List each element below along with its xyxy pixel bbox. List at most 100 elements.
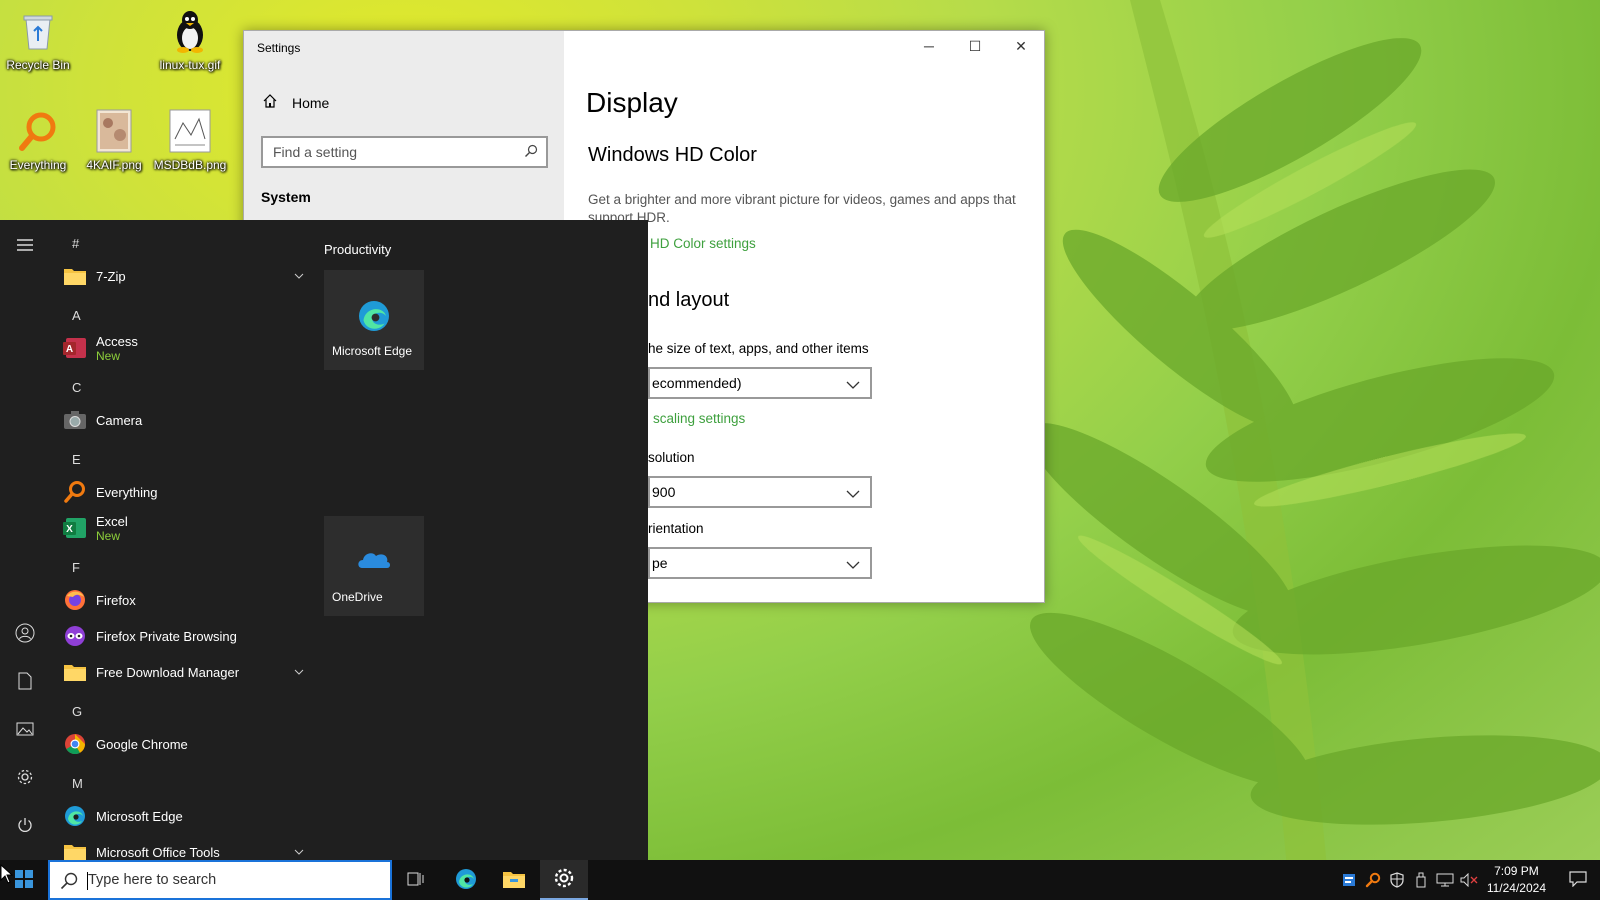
chevron-down-icon[interactable]	[294, 268, 304, 283]
letter-header[interactable]: E	[72, 452, 81, 467]
maximize-button[interactable]: ☐	[952, 31, 998, 61]
search-icon	[60, 872, 78, 894]
taskbar-settings-button[interactable]	[540, 860, 588, 900]
clock-time: 7:09 PM	[1494, 864, 1539, 878]
account-button[interactable]	[13, 622, 37, 646]
minimize-icon: ─	[924, 38, 934, 54]
letter-header[interactable]: G	[72, 704, 82, 719]
tux-icon	[167, 8, 213, 54]
desktop-icon-label: Everything	[9, 158, 67, 172]
search-icon	[524, 144, 538, 161]
notification-icon	[1569, 870, 1587, 890]
expand-menu-button[interactable]	[13, 234, 37, 258]
list-item[interactable]: 7-Zip	[62, 258, 314, 294]
power-button[interactable]	[13, 814, 37, 838]
list-item[interactable]: Free Download Manager	[62, 654, 314, 690]
chevron-down-icon[interactable]	[294, 844, 304, 859]
app-name: Access	[96, 333, 138, 349]
letter-header[interactable]: A	[72, 308, 81, 323]
letter-header[interactable]: M	[72, 776, 83, 791]
window-title: Settings	[257, 41, 301, 55]
resolution-label: solution	[648, 450, 695, 465]
text-caret	[87, 872, 88, 890]
list-item[interactable]: Google Chrome	[62, 726, 314, 762]
find-setting-input[interactable]: Find a setting	[261, 136, 548, 168]
desktop-icon-msdbdb[interactable]: MSDBdB.png	[152, 108, 228, 172]
scale-dropdown[interactable]: ecommended)	[648, 367, 872, 399]
tile-microsoft-edge[interactable]: Microsoft Edge	[324, 270, 424, 370]
pictures-button[interactable]	[13, 718, 37, 742]
desktop-icon-recycle-bin[interactable]: Recycle Bin	[0, 8, 76, 72]
firefox-icon	[62, 587, 88, 613]
tile-group-header[interactable]: Productivity	[324, 242, 391, 257]
minimize-button[interactable]: ─	[906, 31, 952, 61]
settings-button[interactable]	[13, 766, 37, 790]
system-tray: 7:09 PM 11/24/2024	[1337, 860, 1600, 900]
chrome-icon	[62, 731, 88, 757]
tile-label: Microsoft Edge	[332, 344, 413, 358]
list-item[interactable]: Firefox	[62, 582, 314, 618]
svg-text:A: A	[66, 344, 73, 355]
taskbar-edge-button[interactable]	[442, 860, 490, 900]
action-center-button[interactable]	[1556, 860, 1600, 900]
list-item[interactable]: Camera	[62, 402, 314, 438]
list-item[interactable]: Microsoft Office Tools	[62, 834, 314, 860]
usb-device-icon[interactable]	[1409, 860, 1433, 900]
nav-home[interactable]: Home	[262, 93, 329, 112]
list-item[interactable]: Firefox Private Browsing	[62, 618, 314, 654]
advanced-scaling-link[interactable]: scaling settings	[653, 411, 745, 426]
list-item[interactable]: Microsoft Edge	[62, 798, 314, 834]
taskbar-search-input[interactable]: Type here to search	[48, 860, 392, 900]
close-button[interactable]: ✕	[998, 31, 1044, 61]
scale-value: ecommended)	[652, 375, 742, 391]
task-view-icon	[407, 871, 425, 890]
app-name: Microsoft Edge	[96, 808, 183, 824]
orientation-dropdown[interactable]: pe	[648, 547, 872, 579]
gear-icon	[553, 867, 575, 892]
hd-color-description: Get a brighter and more vibrant picture …	[588, 192, 1016, 225]
app-name: Firefox Private Browsing	[96, 628, 237, 644]
volume-muted-icon[interactable]	[1457, 860, 1481, 900]
list-item[interactable]: A Access New	[62, 330, 314, 366]
app-name: Firefox	[96, 592, 136, 608]
chevron-down-icon[interactable]	[294, 664, 304, 679]
everything-search-icon[interactable]	[1361, 860, 1385, 900]
resolution-value: 900	[652, 484, 676, 500]
resolution-dropdown[interactable]: 900	[648, 476, 872, 508]
tile-onedrive[interactable]: OneDrive	[324, 516, 424, 616]
tray-app-icon[interactable]	[1337, 860, 1361, 900]
app-name: Free Download Manager	[96, 664, 240, 680]
edge-icon	[454, 867, 478, 894]
letter-header[interactable]: F	[72, 560, 80, 575]
app-name: Excel	[96, 513, 128, 529]
find-setting-placeholder: Find a setting	[273, 144, 358, 160]
home-label: Home	[292, 94, 330, 111]
chevron-down-icon	[846, 486, 860, 502]
hd-color-heading: Windows HD Color	[588, 144, 757, 166]
firefox-private-icon	[62, 623, 88, 649]
folder-icon	[62, 659, 88, 685]
desktop-icon-4kaif[interactable]: 4KAIF.png	[76, 108, 152, 172]
letter-header[interactable]: #	[72, 236, 79, 251]
desktop-icon-everything[interactable]: Everything	[0, 108, 76, 172]
taskbar-clock[interactable]: 7:09 PM 11/24/2024	[1487, 863, 1546, 897]
taskbar-file-explorer-button[interactable]	[490, 860, 538, 900]
folder-icon	[62, 263, 88, 289]
hd-color-settings-link[interactable]: HD Color settings	[650, 236, 756, 251]
desktop-icon-tux[interactable]: linux-tux.gif	[152, 8, 228, 72]
page-title: Display	[586, 87, 678, 118]
everything-search-icon	[15, 108, 61, 154]
everything-search-icon	[62, 479, 88, 505]
start-menu: # 7-Zip A A Access New C Camera E Everyth…	[0, 220, 648, 860]
network-icon[interactable]	[1433, 860, 1457, 900]
list-item[interactable]: Everything	[62, 474, 314, 510]
windows-logo-icon	[15, 869, 33, 891]
folder-icon	[502, 869, 526, 892]
letter-header[interactable]: C	[72, 380, 81, 395]
list-item[interactable]: X Excel New	[62, 510, 314, 546]
task-view-button[interactable]	[392, 860, 440, 900]
documents-button[interactable]	[13, 670, 37, 694]
shield-icon[interactable]	[1385, 860, 1409, 900]
desktop-icon-label: 4KAIF.png	[86, 158, 142, 172]
taskbar: Type here to search 7:09 PM 11/24/2024	[0, 860, 1600, 900]
